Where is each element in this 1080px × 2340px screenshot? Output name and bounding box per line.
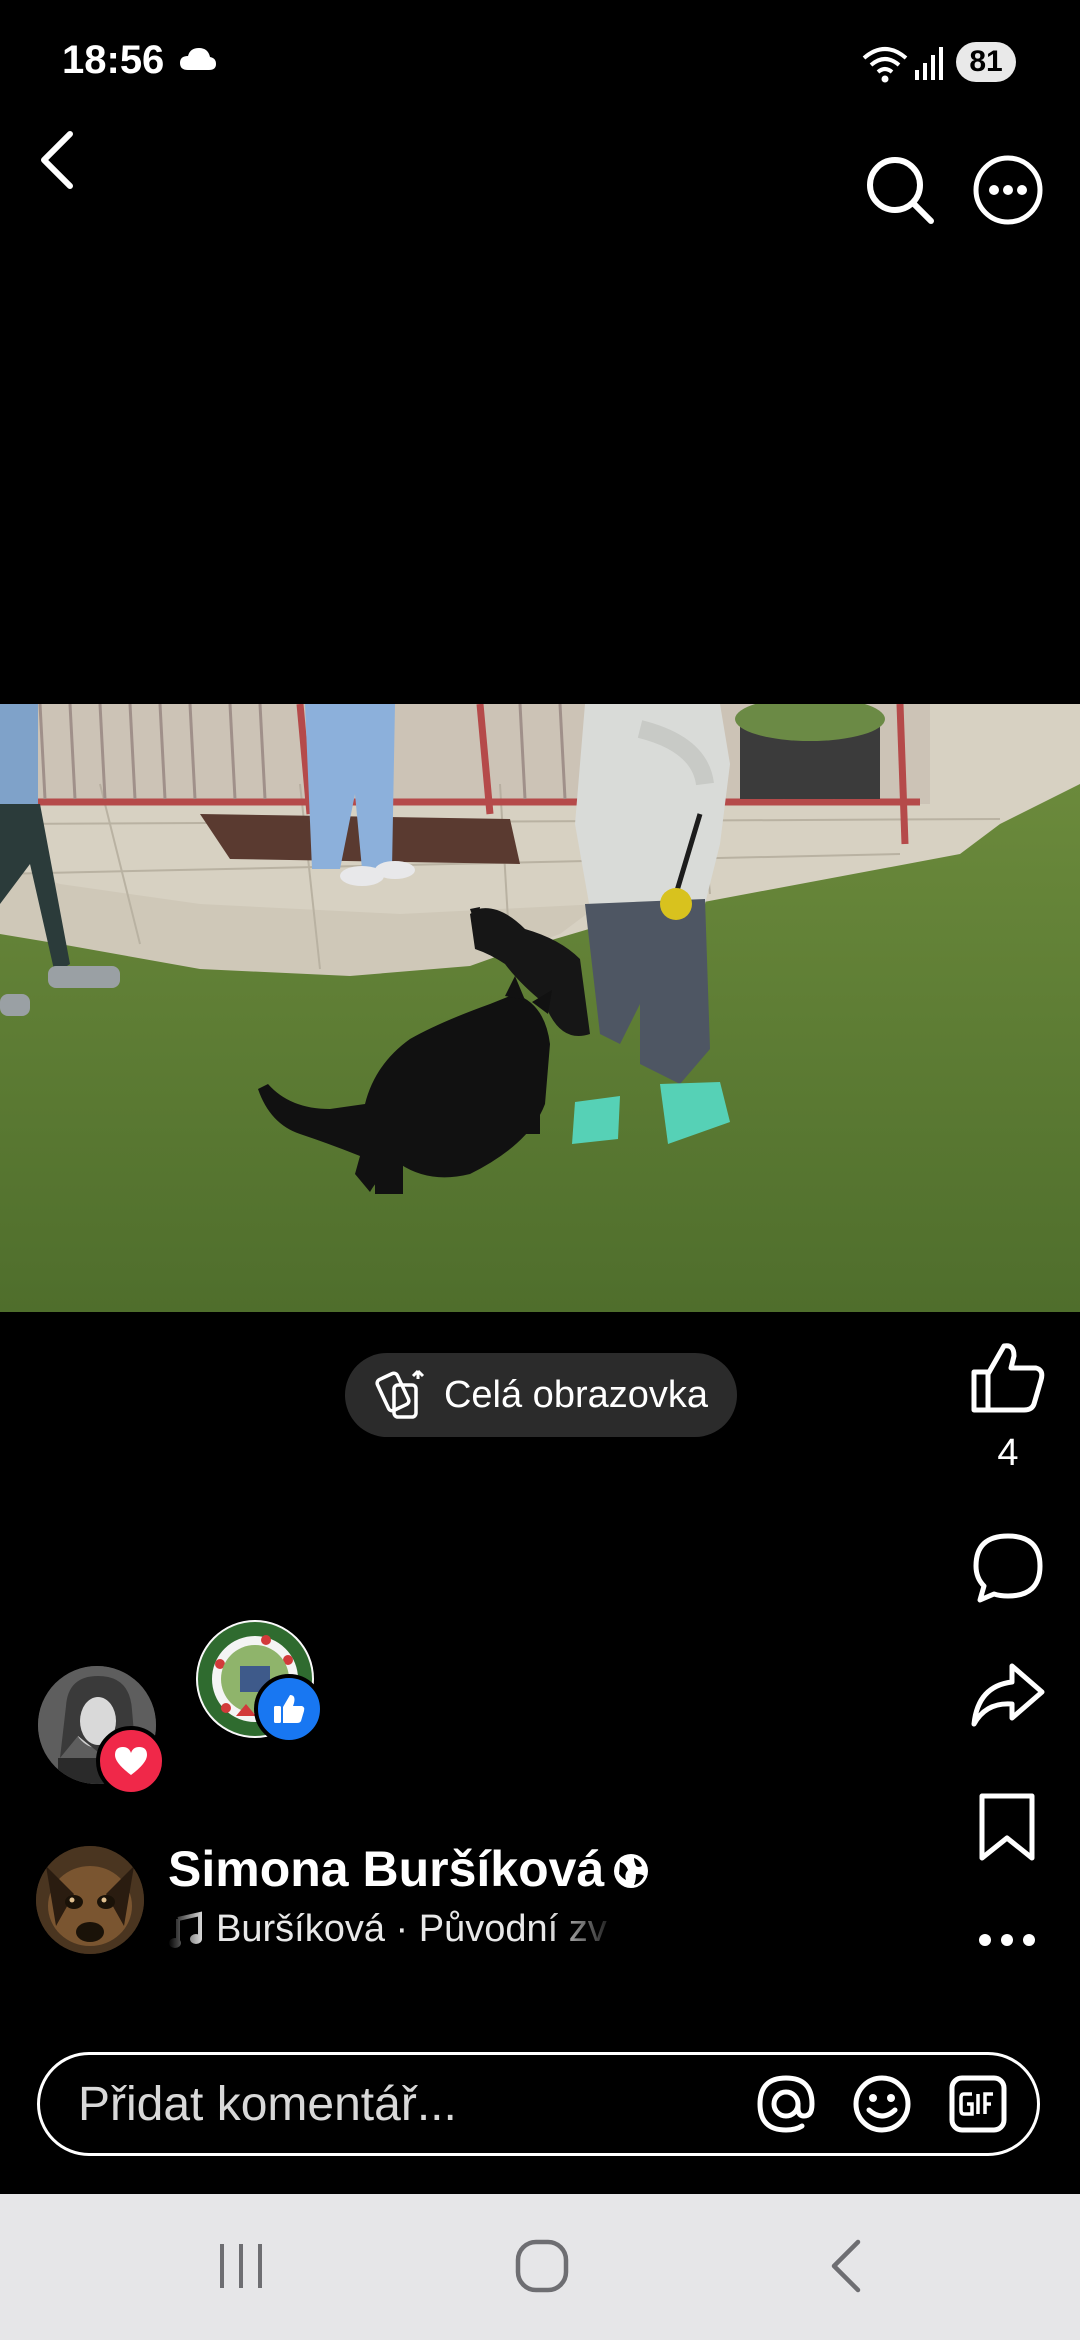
back-icon[interactable] — [826, 2238, 866, 2294]
author-name-text: Simona Buršíková — [168, 1841, 605, 1897]
fullscreen-button[interactable]: Celá obrazovka — [345, 1353, 737, 1437]
music-note-icon — [169, 1910, 202, 1948]
recent-apps-icon[interactable] — [216, 2240, 266, 2292]
comment-bar — [37, 2052, 1040, 2156]
more-horizontal-icon[interactable] — [978, 1930, 1036, 1950]
like-count: 4 — [997, 1432, 1019, 1474]
at-mention-icon[interactable] — [756, 2074, 816, 2134]
comment-input[interactable] — [76, 2075, 730, 2133]
share-icon[interactable] — [970, 1662, 1046, 1728]
search-icon[interactable] — [864, 154, 936, 226]
thumbs-up-icon — [274, 1695, 305, 1723]
audio-attribution[interactable]: Buršíková · Původní zv — [168, 1908, 618, 1951]
comment-icon[interactable] — [972, 1532, 1044, 1604]
system-navigation-bar — [0, 2194, 1080, 2340]
emoji-icon[interactable] — [852, 2074, 912, 2134]
fullscreen-label: Celá obrazovka — [443, 1373, 709, 1416]
video-player[interactable] — [0, 704, 1080, 1312]
gif-icon[interactable] — [948, 2074, 1008, 2134]
author-name[interactable]: Simona Buršíková — [168, 1840, 604, 1898]
more-options-icon[interactable] — [972, 154, 1044, 226]
like-reaction-badge — [254, 1674, 324, 1744]
audio-text: Buršíková · Původní zv — [216, 1908, 607, 1950]
thumbs-up-icon[interactable] — [970, 1340, 1046, 1414]
wifi-icon — [862, 47, 908, 83]
rotate-screen-icon — [375, 1369, 425, 1419]
back-arrow-icon[interactable] — [36, 128, 80, 192]
avatar-photo — [36, 1846, 144, 1954]
signal-icon — [915, 47, 943, 80]
battery-level: 81 — [969, 45, 1003, 78]
globe-icon — [614, 1854, 648, 1888]
home-icon[interactable] — [514, 2238, 570, 2294]
bookmark-icon[interactable] — [978, 1792, 1036, 1862]
love-reaction-badge — [96, 1726, 166, 1796]
heart-icon — [115, 1747, 147, 1775]
battery-icon: 81 — [956, 42, 1016, 82]
cloud-icon — [180, 48, 216, 70]
author-avatar[interactable] — [36, 1846, 144, 1954]
video-frame — [0, 704, 1080, 1312]
status-time: 18:56 — [62, 38, 165, 82]
